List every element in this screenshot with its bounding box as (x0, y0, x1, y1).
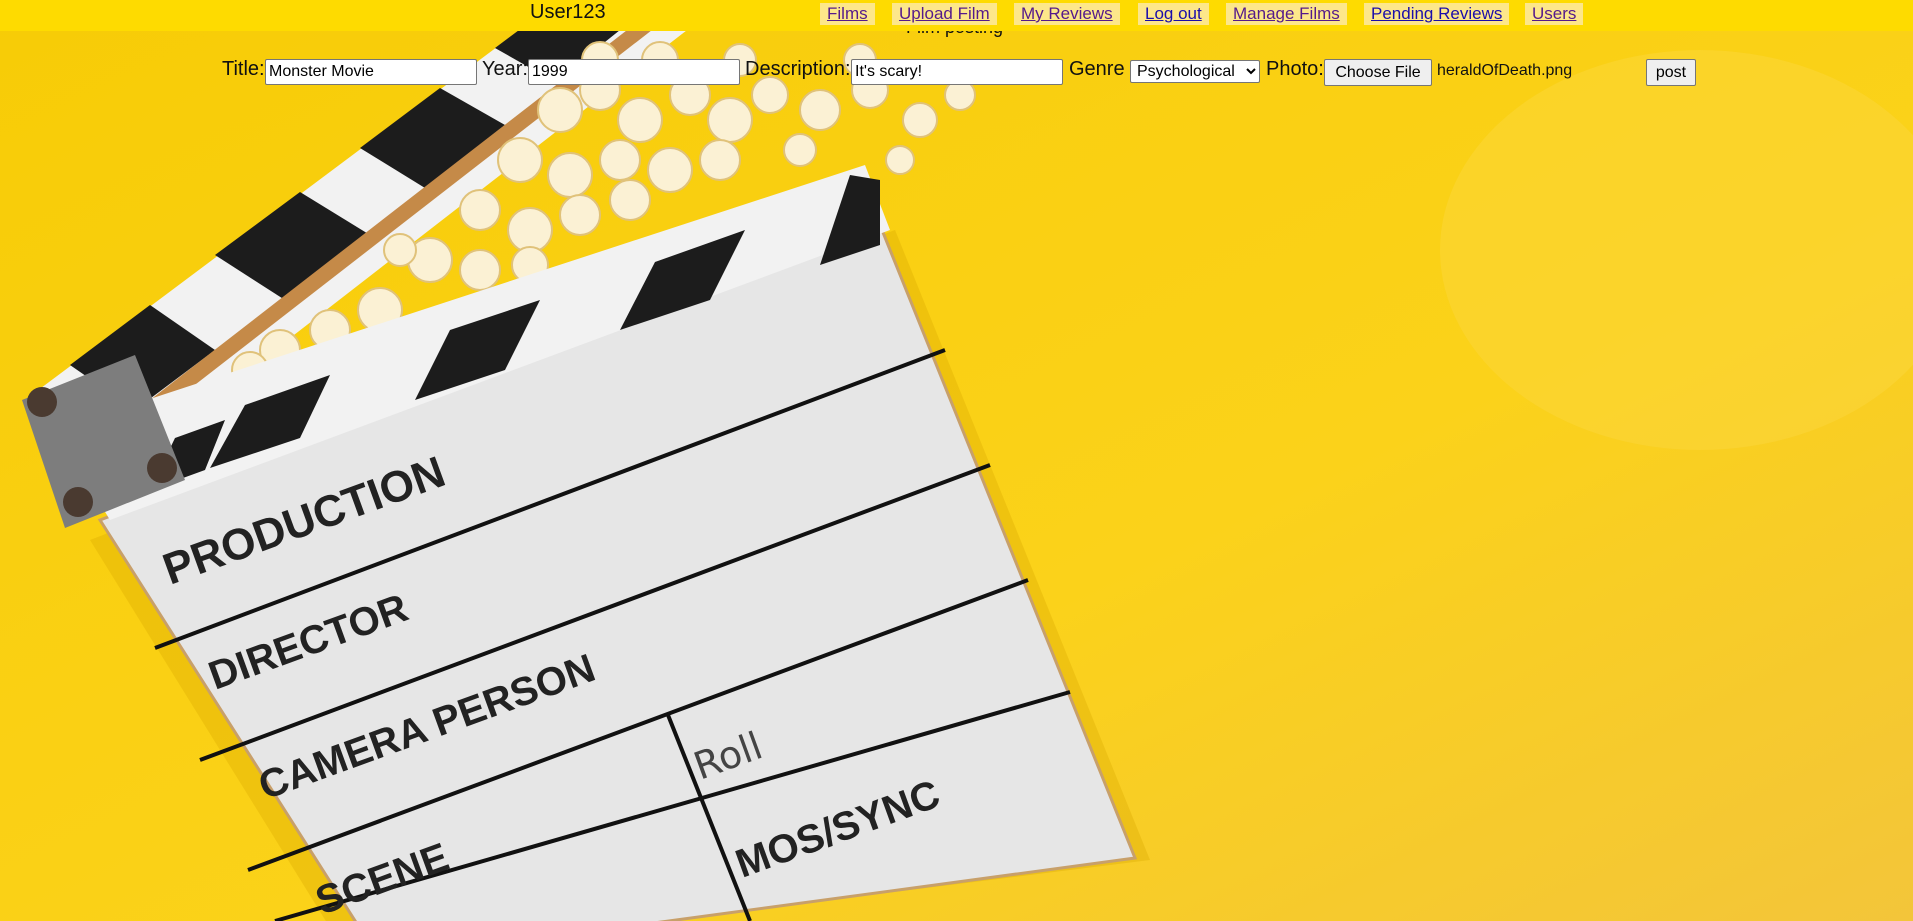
genre-label: Genre (1069, 58, 1125, 80)
background-clapperboard-image: PRODUCTION DIRECTOR CAMERA PERSON Roll S… (0, 0, 1913, 921)
nav-link-users[interactable]: Users (1525, 3, 1584, 25)
nav-link-pending-reviews[interactable]: Pending Reviews (1364, 3, 1510, 25)
description-label: Description: (745, 58, 851, 80)
photo-label: Photo: (1266, 58, 1324, 80)
nav-link-films[interactable]: Films (820, 3, 875, 25)
film-upload-form: Title: Year: Description: Genre Psycholo… (0, 56, 1913, 88)
nav-links: Films Upload Film My Reviews Log out Man… (0, 3, 1913, 25)
description-input[interactable] (851, 59, 1063, 85)
nav-link-my-reviews[interactable]: My Reviews (1014, 3, 1120, 25)
year-label: Year: (482, 58, 528, 80)
year-input[interactable] (528, 59, 740, 85)
top-nav-bar: User123 Films Upload Film My Reviews Log… (0, 0, 1913, 31)
nav-link-manage-films[interactable]: Manage Films (1226, 3, 1347, 25)
title-label: Title: (222, 58, 265, 80)
nav-link-log-out[interactable]: Log out (1138, 3, 1209, 25)
genre-select[interactable]: Psychological (1130, 60, 1260, 83)
selected-file-name: heraldOfDeath.png (1437, 62, 1573, 79)
post-button[interactable]: post (1646, 59, 1696, 86)
title-input[interactable] (265, 59, 477, 85)
nav-link-upload-film[interactable]: Upload Film (892, 3, 997, 25)
choose-file-button[interactable]: Choose File (1324, 59, 1432, 86)
